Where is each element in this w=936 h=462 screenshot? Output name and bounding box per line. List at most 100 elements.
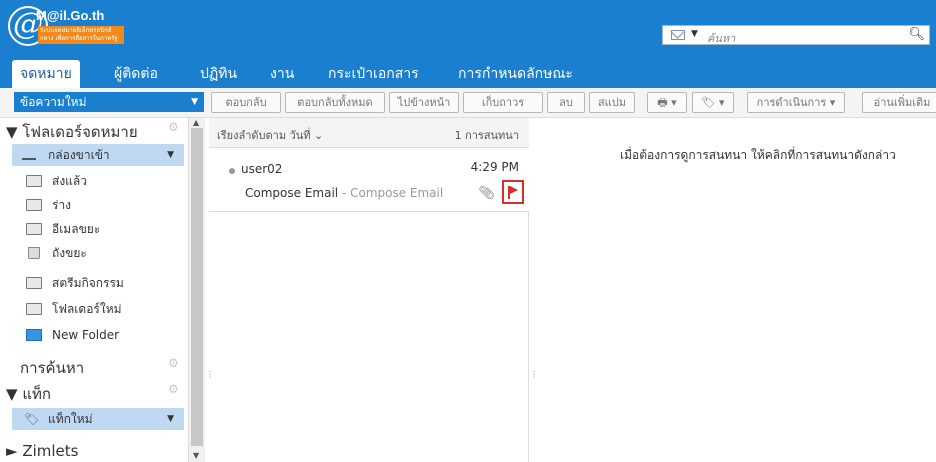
sort-by-date[interactable]: เรียงลำดับตาม วันที่ ⌄ bbox=[217, 126, 323, 144]
archive-button[interactable]: เก็บถาวร bbox=[463, 92, 543, 113]
folder-tree: ▼ โฟลเดอร์จดหมาย ⚙ กล่องขาเข้า ▼ ส่งแล้ว… bbox=[0, 118, 188, 462]
chevron-down-icon[interactable]: ▼ bbox=[167, 408, 174, 430]
folder-label: สตรีมกิจกรรม bbox=[52, 276, 124, 290]
logo-title: M@il.Go.th bbox=[36, 8, 105, 23]
chevron-down-icon: ▾ bbox=[829, 96, 836, 109]
gear-icon[interactable]: ⚙ bbox=[168, 356, 179, 370]
blue-folder-icon bbox=[26, 329, 42, 341]
folder-drafts[interactable]: ร่าง bbox=[16, 194, 184, 216]
folder-label: New Folder bbox=[52, 328, 120, 342]
read-more-button[interactable]: อ่านเพิ่มเติม bbox=[862, 92, 936, 113]
list-item[interactable]: user02 4:29 PM Compose Email - Compose E… bbox=[209, 148, 529, 212]
reading-hint: เมื่อต้องการดูการสนทนา ให้คลิกที่การสนทน… bbox=[620, 148, 896, 162]
sent-icon bbox=[26, 175, 42, 187]
tab-contacts[interactable]: ผู้ติดต่อ bbox=[106, 60, 166, 88]
tags-header[interactable]: ▼ แท็ก bbox=[6, 382, 51, 406]
tab-calendar[interactable]: ปฏิทิน bbox=[192, 60, 245, 88]
tab-mail[interactable]: จดหมาย bbox=[12, 60, 80, 88]
tag-label: แท็กใหม่ bbox=[48, 412, 93, 426]
logo-subtitle: ระบบจดหมายอิเล็กทรอนิกส์กลาง เพื่อการสื่… bbox=[38, 26, 124, 44]
app-logo[interactable]: @ M@il.Go.th ระบบจดหมายอิเล็กทรอนิกส์กลา… bbox=[8, 6, 148, 46]
folder-new-folder[interactable]: New Folder bbox=[16, 324, 184, 346]
expand-icon[interactable]: ► bbox=[6, 442, 22, 460]
inbox-icon bbox=[22, 150, 36, 160]
spam-button[interactable]: สแปม bbox=[589, 92, 635, 113]
subject: Compose Email bbox=[245, 186, 339, 200]
reply-all-button[interactable]: ตอบกลับทั้งหมด bbox=[285, 92, 385, 113]
tag-icon: 🏷 bbox=[24, 412, 40, 426]
delete-button[interactable]: ลบ bbox=[547, 92, 585, 113]
list-header: เรียงลำดับตาม วันที่ ⌄ 1 การสนทนา bbox=[209, 118, 529, 148]
folder-inbox[interactable]: กล่องขาเข้า ▼ bbox=[12, 144, 184, 166]
drafts-icon bbox=[26, 199, 42, 211]
folder-icon bbox=[26, 303, 42, 315]
scrollbar-thumb[interactable] bbox=[191, 128, 203, 446]
gear-icon[interactable]: ⚙ bbox=[168, 120, 179, 134]
search-placeholder: ค้นหา bbox=[707, 32, 736, 45]
message-list: เรียงลำดับตาม วันที่ ⌄ 1 การสนทนา user02… bbox=[209, 118, 529, 462]
folder-label: อีเมลขยะ bbox=[52, 222, 101, 236]
scroll-up-icon[interactable]: ▲ bbox=[193, 118, 199, 127]
app-tabs: จดหมาย ผู้ติดต่อ ปฏิทิน งาน กระเป๋าเอกสา… bbox=[0, 52, 936, 88]
sort-icon: ⌄ bbox=[314, 129, 324, 142]
actions-label: การดำเนินการ bbox=[756, 96, 827, 109]
collapse-icon[interactable]: ▼ bbox=[6, 385, 22, 403]
new-message-button[interactable]: ข้อความใหม่ ▼ bbox=[14, 92, 204, 112]
folder-icon bbox=[26, 277, 42, 289]
chevron-down-icon[interactable]: ▼ bbox=[167, 144, 174, 166]
folder-trash[interactable]: ถังขยะ bbox=[16, 242, 184, 264]
folders-header-label: โฟลเดอร์จดหมาย bbox=[22, 123, 138, 141]
fragment-separator: - bbox=[338, 186, 351, 200]
folder-label: ส่งแล้ว bbox=[52, 174, 88, 188]
timestamp: 4:29 PM bbox=[470, 160, 519, 174]
new-message-label: ข้อความใหม่ bbox=[20, 95, 87, 109]
search-input[interactable]: ▼ ค้นหา 🔍︎ bbox=[662, 25, 930, 45]
tag-icon: 🏷 ▾ bbox=[701, 96, 725, 109]
attachment-icon: 📎︎ bbox=[478, 186, 495, 201]
print-button[interactable]: 🖶 ▾ bbox=[647, 92, 687, 113]
folder-label: โฟลเดอร์ใหม่ bbox=[52, 302, 122, 316]
search-icon[interactable]: 🔍︎ bbox=[908, 27, 925, 42]
tab-briefcase[interactable]: กระเป๋าเอกสาร bbox=[320, 60, 427, 88]
nav-scrollbar[interactable]: ▲ ▼ bbox=[188, 118, 205, 462]
reading-pane: เมื่อต้องการดูการสนทนา ให้คลิกที่การสนทน… bbox=[532, 118, 936, 462]
tags-header-label: แท็ก bbox=[22, 385, 51, 403]
reply-button[interactable]: ตอบกลับ bbox=[211, 92, 281, 113]
folder-junk[interactable]: อีเมลขยะ bbox=[16, 218, 184, 240]
flag-button[interactable] bbox=[502, 180, 524, 204]
top-header: @ M@il.Go.th ระบบจดหมายอิเล็กทรอนิกส์กลา… bbox=[0, 0, 936, 52]
tag-new-tag[interactable]: 🏷 แท็กใหม่ ▼ bbox=[12, 408, 184, 430]
folder-new-folder-th[interactable]: โฟลเดอร์ใหม่ bbox=[16, 298, 184, 320]
junk-icon bbox=[26, 223, 42, 235]
chevron-down-icon[interactable]: ▼ bbox=[191, 92, 198, 112]
unread-dot-icon[interactable] bbox=[229, 168, 235, 174]
folder-label: กล่องขาเข้า bbox=[48, 148, 110, 162]
tab-preferences[interactable]: การกำหนดลักษณะ bbox=[450, 60, 581, 88]
zimlets-header-label: Zimlets bbox=[22, 442, 79, 460]
tab-tasks[interactable]: งาน bbox=[262, 60, 302, 88]
collapse-icon[interactable]: ▼ bbox=[6, 123, 22, 141]
sort-label: เรียงลำดับตาม วันที่ bbox=[217, 129, 311, 142]
fragment: Compose Email bbox=[350, 186, 444, 200]
folder-label: ถังขยะ bbox=[52, 246, 87, 260]
folder-label: ร่าง bbox=[52, 198, 72, 212]
subject-line: Compose Email - Compose Email bbox=[245, 186, 443, 200]
tag-button[interactable]: 🏷 ▾ bbox=[692, 92, 734, 113]
chevron-down-icon[interactable]: ▼ bbox=[691, 29, 698, 39]
zimlets-header[interactable]: ► Zimlets bbox=[6, 442, 78, 460]
folder-activity-stream[interactable]: สตรีมกิจกรรม bbox=[16, 272, 184, 294]
search-header[interactable]: การค้นหา bbox=[20, 356, 84, 380]
gear-icon[interactable]: ⚙ bbox=[168, 382, 179, 396]
conversation-count: 1 การสนทนา bbox=[454, 129, 519, 142]
scroll-down-icon[interactable]: ▼ bbox=[193, 451, 199, 460]
mail-icon[interactable] bbox=[671, 30, 685, 40]
toolbar: ข้อความใหม่ ▼ ตอบกลับ ตอบกลับทั้งหมด ไปข… bbox=[0, 88, 936, 118]
sender: user02 bbox=[241, 162, 283, 176]
flag-icon bbox=[508, 186, 518, 199]
folders-header[interactable]: ▼ โฟลเดอร์จดหมาย bbox=[6, 120, 138, 144]
trash-icon bbox=[28, 247, 40, 259]
actions-button[interactable]: การดำเนินการ ▾ bbox=[747, 92, 845, 113]
print-icon: 🖶 ▾ bbox=[657, 96, 677, 109]
folder-sent[interactable]: ส่งแล้ว bbox=[16, 170, 184, 192]
forward-button[interactable]: ไปข้างหน้า bbox=[389, 92, 459, 113]
